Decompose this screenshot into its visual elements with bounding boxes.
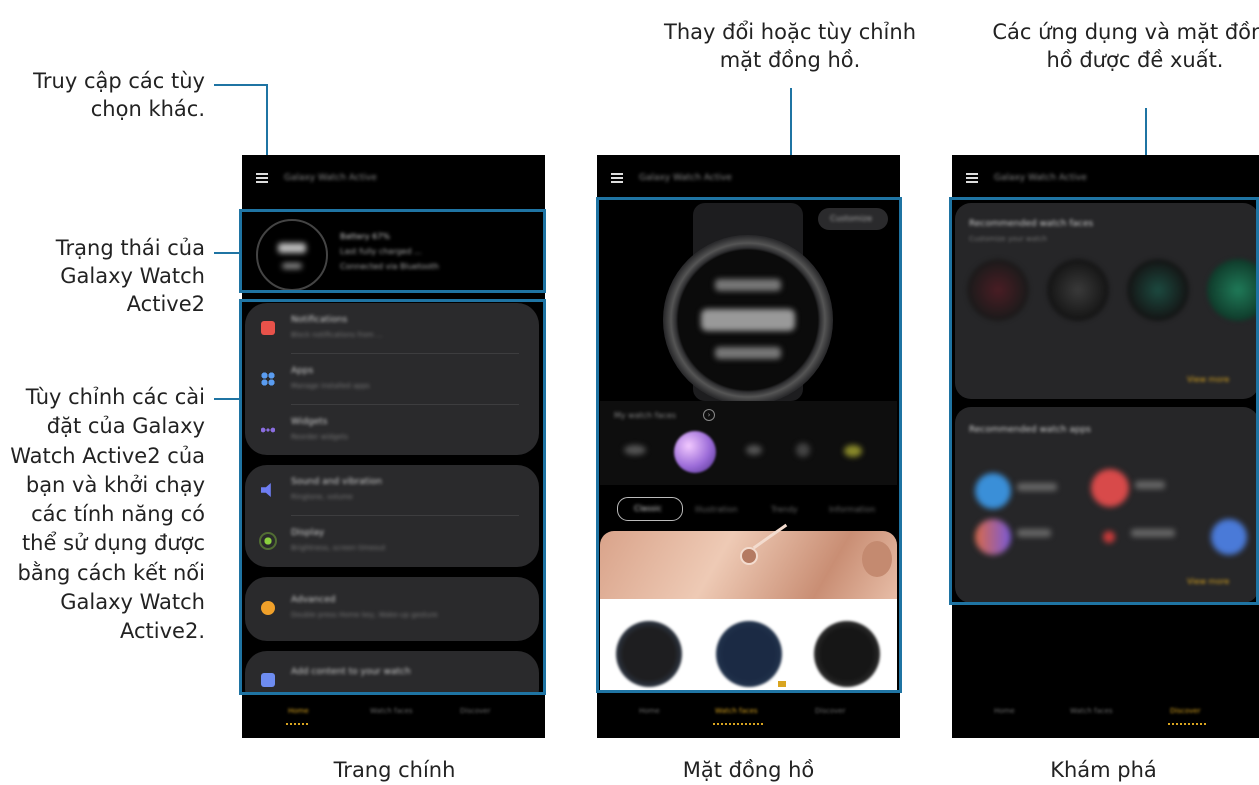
caption-discover: Khám phá [1050, 758, 1157, 782]
nav-active-indicator [1168, 721, 1206, 725]
annotation-watch-status: Trạng thái của Galaxy Watch Active2 [55, 236, 205, 316]
bottom-nav: Home Watch faces Discover [597, 693, 900, 738]
nav-home[interactable]: Home [288, 707, 309, 715]
top-bar: Galaxy Watch Active [242, 155, 545, 203]
bottom-nav: Home Watch faces Discover [952, 693, 1259, 738]
app-title: Galaxy Watch Active [994, 173, 1087, 183]
leader-line [214, 398, 240, 400]
annotation-change-watch-face: Thay đổi hoặc tùy chỉnh mặt đồng hồ. [664, 20, 916, 72]
nav-watch-faces[interactable]: Watch faces [715, 707, 758, 715]
highlight-recommended [949, 197, 1259, 605]
nav-discover[interactable]: Discover [815, 707, 845, 715]
annotation-customize-settings: Tùy chỉnh các cài đặt của Galaxy Watch A… [10, 385, 205, 644]
app-title: Galaxy Watch Active [639, 173, 732, 183]
caption-home: Trang chính [333, 758, 456, 782]
nav-watch-faces[interactable]: Watch faces [370, 707, 413, 715]
leader-line [214, 252, 240, 254]
highlight-watch-status [239, 209, 546, 293]
nav-active-indicator [286, 721, 308, 725]
top-bar: Galaxy Watch Active [597, 155, 900, 203]
top-bar: Galaxy Watch Active [952, 155, 1259, 203]
annotation-recommended: Các ứng dụng và mặt đồng hồ được đề xuất… [992, 20, 1259, 72]
nav-active-indicator [713, 721, 763, 725]
nav-home[interactable]: Home [639, 707, 660, 715]
caption-watch-faces: Mặt đồng hồ [682, 758, 815, 782]
annotation-more-options: Truy cập các tùy chọn khác. [33, 69, 205, 121]
nav-home[interactable]: Home [994, 707, 1015, 715]
nav-watch-faces[interactable]: Watch faces [1070, 707, 1113, 715]
nav-discover[interactable]: Discover [1170, 707, 1200, 715]
highlight-settings [239, 299, 546, 695]
app-title: Galaxy Watch Active [284, 173, 377, 183]
menu-icon[interactable] [256, 173, 268, 183]
leader-line [214, 84, 268, 86]
nav-discover[interactable]: Discover [460, 707, 490, 715]
bottom-nav: Home Watch faces Discover [242, 693, 545, 738]
highlight-watch-faces [596, 197, 902, 693]
menu-icon[interactable] [611, 173, 623, 183]
menu-icon[interactable] [966, 173, 978, 183]
